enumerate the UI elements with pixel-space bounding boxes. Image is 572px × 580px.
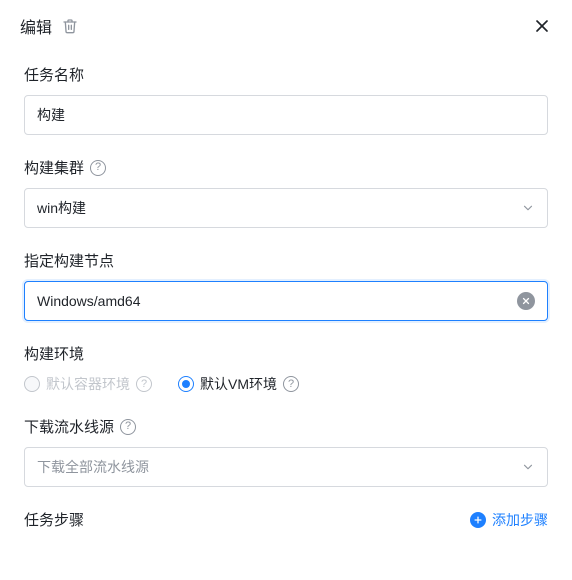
field-build-env: 构建环境 默认容器环境 ? 默认VM环境 ?: [24, 343, 548, 394]
pipeline-source-select[interactable]: 下载全部流水线源: [24, 447, 548, 487]
help-icon[interactable]: ?: [120, 419, 136, 435]
task-name-input[interactable]: [37, 107, 535, 123]
build-env-label: 构建环境: [24, 343, 84, 364]
chevron-down-icon: [521, 201, 535, 215]
build-node-input[interactable]: [37, 293, 509, 309]
build-env-radios: 默认容器环境 ? 默认VM环境 ?: [24, 374, 548, 394]
radio-circle-icon: [24, 376, 40, 392]
build-cluster-label: 构建集群: [24, 157, 84, 178]
build-cluster-value: win构建: [37, 198, 86, 218]
form-scroll[interactable]: 任务名称 构建集群 ? win构建 指定构建节点: [0, 52, 572, 580]
radio-dot-icon: [182, 380, 190, 388]
close-icon[interactable]: [532, 16, 552, 36]
add-step-button[interactable]: 添加步骤: [470, 510, 548, 530]
radio-circle-icon: [178, 376, 194, 392]
help-icon[interactable]: ?: [90, 160, 106, 176]
task-name-label: 任务名称: [24, 64, 84, 85]
radio-vm-label: 默认VM环境: [200, 374, 277, 394]
build-node-label: 指定构建节点: [24, 250, 114, 271]
field-pipeline-source: 下载流水线源 ? 下载全部流水线源: [24, 416, 548, 487]
task-name-input-wrap[interactable]: [24, 95, 548, 135]
panel-title: 编辑: [20, 14, 52, 38]
radio-container-label: 默认容器环境: [46, 374, 130, 394]
delete-icon[interactable]: [62, 18, 78, 34]
edit-panel: 编辑 任务名称 构建集群 ? win构建: [0, 0, 572, 580]
radio-vm-env[interactable]: 默认VM环境 ?: [178, 374, 299, 394]
clear-icon[interactable]: [517, 292, 535, 310]
field-task-name: 任务名称: [24, 64, 548, 135]
help-icon[interactable]: ?: [283, 376, 299, 392]
help-icon: ?: [136, 376, 152, 392]
plus-circle-icon: [470, 512, 486, 528]
build-cluster-select[interactable]: win构建: [24, 188, 548, 228]
pipeline-source-placeholder: 下载全部流水线源: [37, 457, 149, 477]
build-node-input-wrap[interactable]: [24, 281, 548, 321]
field-steps: 任务步骤 添加步骤: [24, 509, 548, 538]
steps-label: 任务步骤: [24, 509, 84, 530]
panel-header: 编辑: [0, 0, 572, 52]
add-step-label: 添加步骤: [492, 510, 548, 530]
pipeline-source-label: 下载流水线源: [24, 416, 114, 437]
chevron-down-icon: [521, 460, 535, 474]
field-build-node: 指定构建节点: [24, 250, 548, 321]
field-build-cluster: 构建集群 ? win构建: [24, 157, 548, 228]
radio-container-env: 默认容器环境 ?: [24, 374, 152, 394]
